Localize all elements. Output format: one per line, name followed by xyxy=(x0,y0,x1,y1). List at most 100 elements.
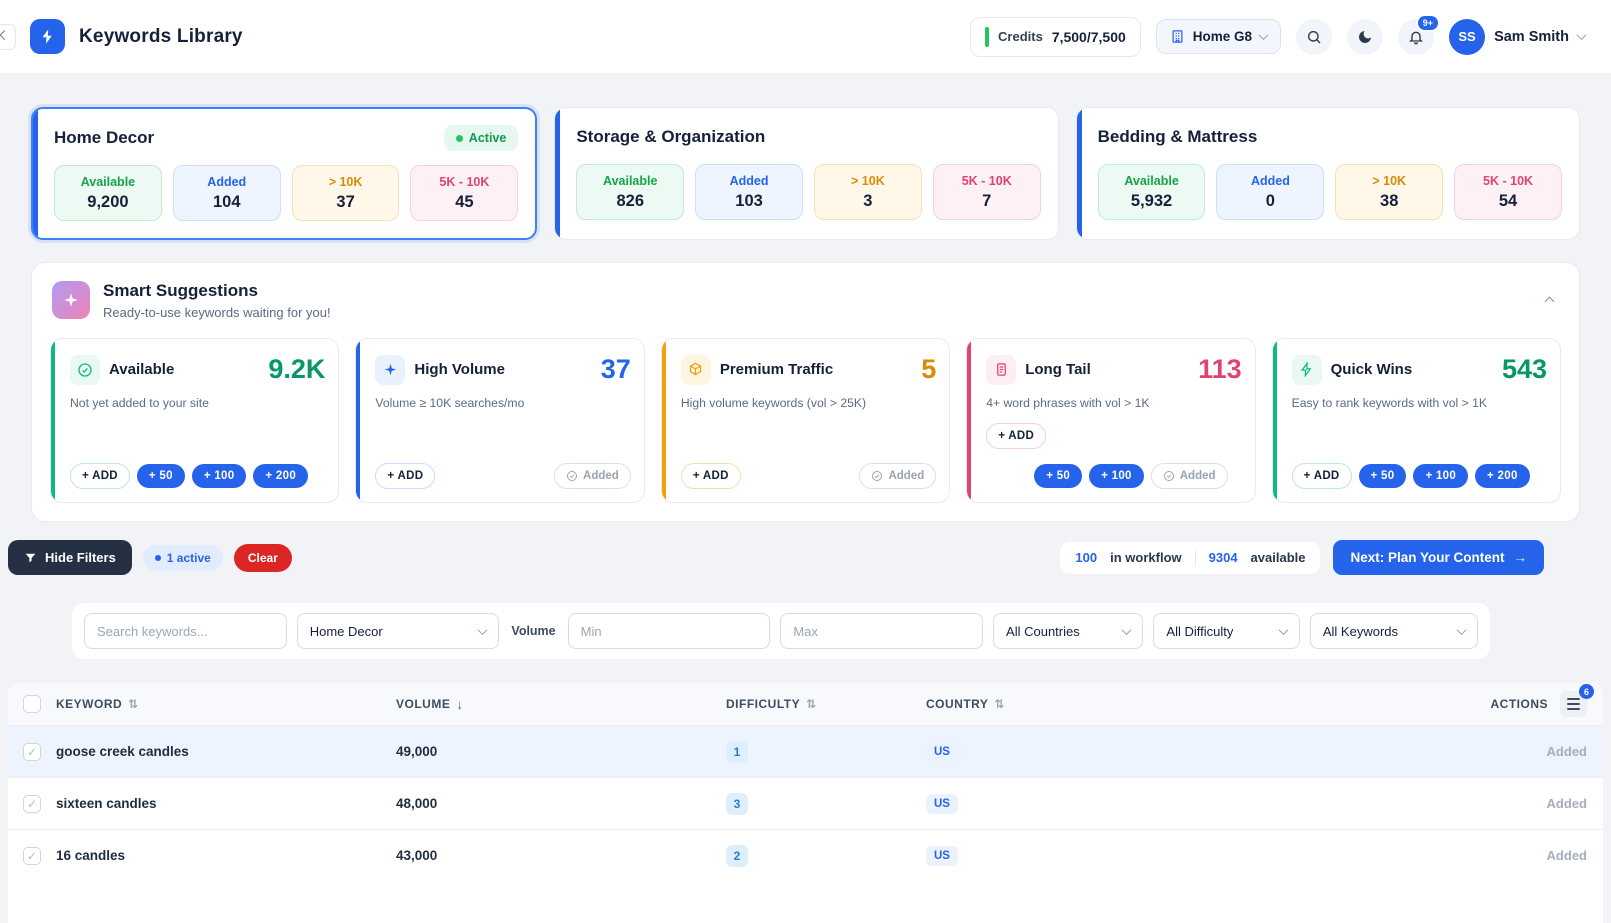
arrow-right-icon: → xyxy=(1514,550,1528,565)
volume-min-input[interactable] xyxy=(568,613,771,649)
stat-added: Added 103 xyxy=(695,164,803,220)
difficulty-select[interactable]: All Difficulty xyxy=(1153,613,1299,649)
search-button[interactable] xyxy=(1296,19,1332,55)
divider xyxy=(1195,550,1196,566)
select-all-checkbox[interactable] xyxy=(23,695,41,713)
add-button[interactable]: + ADD xyxy=(986,423,1046,449)
keyword-cell: 16 candles xyxy=(56,848,396,863)
bulk-actions-menu-button[interactable]: 6 xyxy=(1560,691,1587,717)
sort-icon[interactable]: ⇅ xyxy=(806,697,817,711)
suggestion-desc: Easy to rank keywords with vol > 1K xyxy=(1292,396,1547,410)
suggestion-card-premium-traffic: Premium Traffic 5 High volume keywords (… xyxy=(661,338,950,503)
user-menu[interactable]: SS Sam Smith xyxy=(1449,19,1585,55)
dark-mode-toggle[interactable] xyxy=(1347,19,1383,55)
accent-bar xyxy=(33,109,38,238)
check-circle-icon xyxy=(1163,470,1175,482)
actions-count-badge: 6 xyxy=(1579,684,1594,699)
row-checkbox[interactable]: ✓ xyxy=(23,743,41,761)
add-50-button[interactable]: + 50 xyxy=(1359,464,1407,488)
add-button[interactable]: + ADD xyxy=(70,463,130,489)
project-card-storage-organization[interactable]: Storage & Organization Available 826 Add… xyxy=(554,107,1058,240)
back-button[interactable] xyxy=(0,24,16,50)
suggestions-subtitle: Ready-to-use keywords waiting for you! xyxy=(103,305,331,320)
status-badge: Active xyxy=(444,125,519,151)
add-100-button[interactable]: + 100 xyxy=(1089,464,1144,488)
country-select[interactable]: All Countries xyxy=(993,613,1143,649)
bolt-icon xyxy=(1292,355,1322,385)
suggestion-card-long-tail: Long Tail 113 4+ word phrases with vol >… xyxy=(966,338,1255,503)
row-checkbox[interactable]: ✓ xyxy=(23,795,41,813)
volume-cell: 48,000 xyxy=(396,796,726,811)
add-50-button[interactable]: + 50 xyxy=(1034,464,1082,488)
sort-desc-icon[interactable]: ↓ xyxy=(456,697,463,712)
add-200-button[interactable]: + 200 xyxy=(1475,464,1530,488)
check-circle-icon xyxy=(871,470,883,482)
stat-added: Added 0 xyxy=(1216,164,1324,220)
add-100-button[interactable]: + 100 xyxy=(192,464,247,488)
credits-meter: Credits 7,500/7,500 xyxy=(970,17,1141,57)
workspace-selector[interactable]: Home G8 xyxy=(1156,19,1281,54)
keyword-cell: sixteen candles xyxy=(56,796,396,811)
column-volume[interactable]: VOLUME xyxy=(396,697,450,711)
funnel-icon xyxy=(24,551,37,564)
project-title: Bedding & Mattress xyxy=(1098,127,1258,147)
column-difficulty[interactable]: DIFFICULTY xyxy=(726,697,800,711)
add-100-button[interactable]: + 100 xyxy=(1413,464,1468,488)
stat-gt10k: > 10K 38 xyxy=(1335,164,1443,220)
accent-bar xyxy=(1077,108,1082,239)
add-button[interactable]: + ADD xyxy=(375,463,435,489)
table-row[interactable]: ✓ goose creek candles 49,000 1 US Added xyxy=(8,725,1603,777)
search-input[interactable] xyxy=(84,613,287,649)
country-badge: US xyxy=(926,794,958,814)
keywords-table: KEYWORD⇅ VOLUME↓ DIFFICULTY⇅ COUNTRY⇅ AC… xyxy=(8,683,1603,923)
app-logo-icon xyxy=(30,19,65,54)
added-indicator: Added xyxy=(859,463,936,489)
sort-icon[interactable]: ⇅ xyxy=(128,697,139,711)
keywords-select[interactable]: All Keywords xyxy=(1310,613,1478,649)
collapse-suggestions-button[interactable] xyxy=(1540,287,1559,314)
table-row[interactable]: ✓ 16 candles 43,000 2 US Added xyxy=(8,829,1603,881)
stat-5k-10k: 5K - 10K 7 xyxy=(933,164,1041,220)
row-checkbox[interactable]: ✓ xyxy=(23,847,41,865)
workflow-label: in workflow xyxy=(1110,550,1182,565)
next-plan-content-button[interactable]: Next: Plan Your Content → xyxy=(1333,540,1544,575)
table-header-row: KEYWORD⇅ VOLUME↓ DIFFICULTY⇅ COUNTRY⇅ AC… xyxy=(8,683,1603,725)
available-count: 9304 xyxy=(1209,550,1238,565)
credits-bar-icon xyxy=(985,27,989,47)
sort-icon[interactable]: ⇅ xyxy=(994,697,1005,711)
notifications-button[interactable]: 9+ xyxy=(1398,19,1434,55)
difficulty-badge: 2 xyxy=(726,845,748,867)
accent-bar xyxy=(51,339,55,502)
chevron-left-icon xyxy=(0,30,9,40)
suggestion-desc: High volume keywords (vol > 25K) xyxy=(681,396,936,410)
avatar: SS xyxy=(1449,19,1485,55)
column-country[interactable]: COUNTRY xyxy=(926,697,988,711)
add-button[interactable]: + ADD xyxy=(1292,463,1352,489)
accent-bar xyxy=(662,339,666,502)
difficulty-badge: 3 xyxy=(726,793,748,815)
column-keyword[interactable]: KEYWORD xyxy=(56,697,122,711)
project-card-home-decor[interactable]: Home Decor Active Available 9,200 Added … xyxy=(31,107,537,240)
volume-max-input[interactable] xyxy=(780,613,983,649)
volume-cell: 49,000 xyxy=(396,744,726,759)
table-row[interactable]: ✓ sixteen candles 48,000 3 US Added xyxy=(8,777,1603,829)
notifications-badge: 9+ xyxy=(1416,14,1440,32)
add-button[interactable]: + ADD xyxy=(681,463,741,489)
document-icon xyxy=(986,355,1016,385)
sparkle-icon xyxy=(375,355,405,385)
add-50-button[interactable]: + 50 xyxy=(137,464,185,488)
suggestion-count: 5 xyxy=(921,354,936,385)
add-200-button[interactable]: + 200 xyxy=(253,464,308,488)
accent-bar xyxy=(1273,339,1277,502)
page-title: Keywords Library xyxy=(79,26,243,48)
status-dot-icon xyxy=(456,135,463,142)
accent-bar xyxy=(555,108,560,239)
hide-filters-button[interactable]: Hide Filters xyxy=(8,540,132,575)
building-icon xyxy=(1170,29,1185,44)
project-card-bedding-mattress[interactable]: Bedding & Mattress Available 5,932 Added… xyxy=(1076,107,1580,240)
project-select[interactable]: Home Decor xyxy=(297,613,500,649)
clear-filters-button[interactable]: Clear xyxy=(234,544,292,572)
suggestion-count: 37 xyxy=(601,354,631,385)
row-status: Added xyxy=(1547,796,1587,811)
suggestion-card-quick-wins: Quick Wins 543 Easy to rank keywords wit… xyxy=(1272,338,1561,503)
